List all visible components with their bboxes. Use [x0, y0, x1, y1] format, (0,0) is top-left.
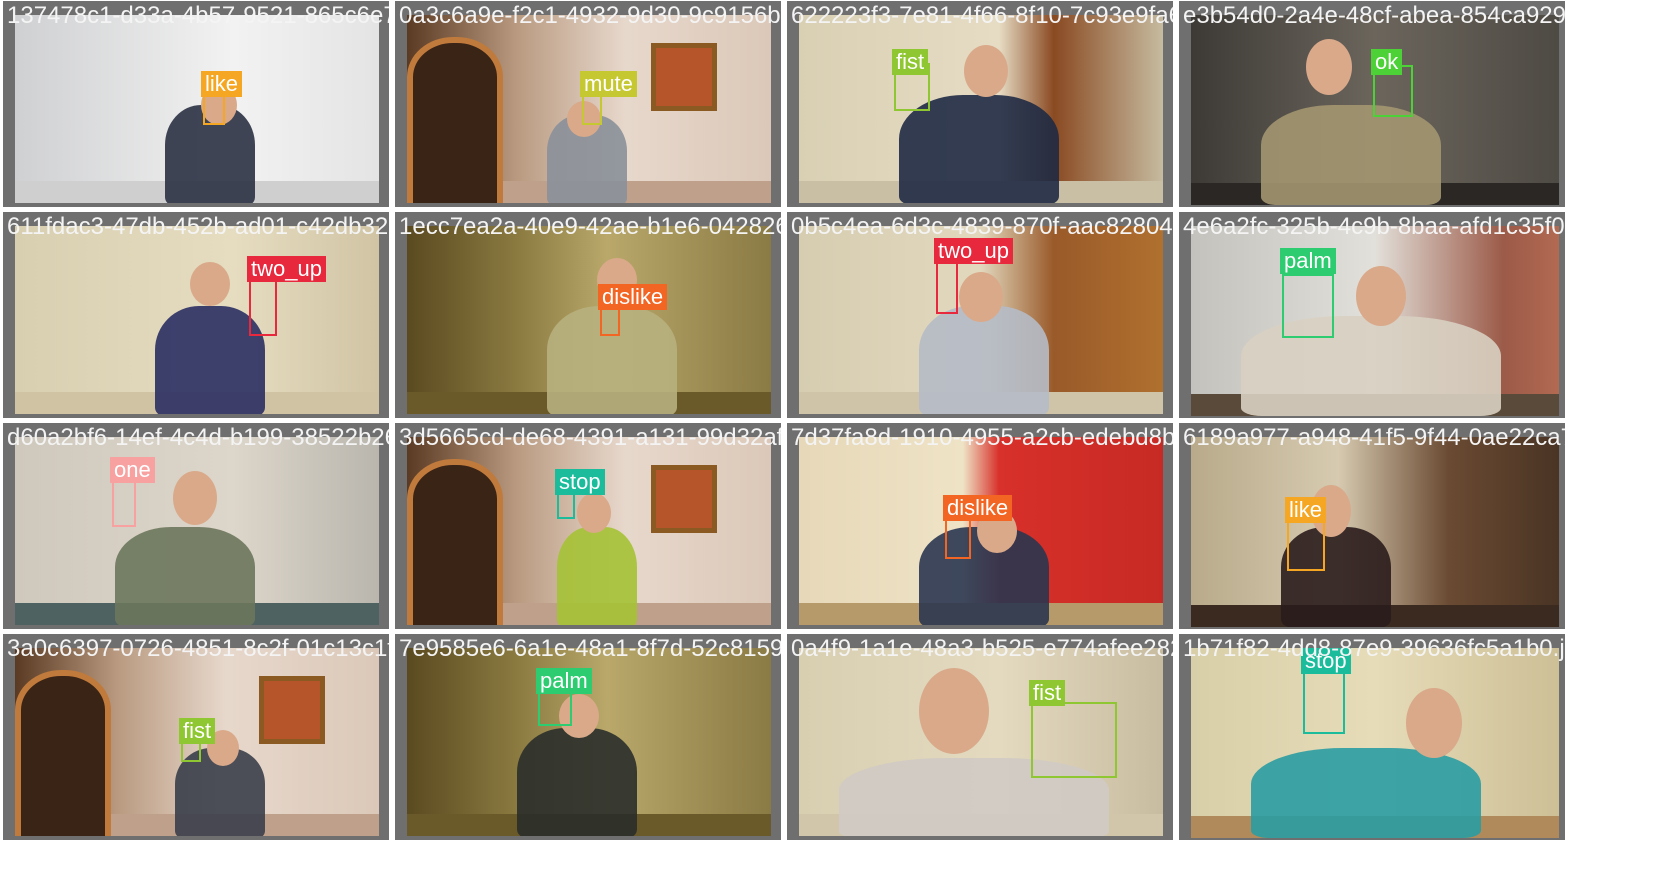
- grid-cell: ok e3b54d0-2a4e-48cf-abea-854ca9297a28.jp…: [1179, 1, 1565, 207]
- person-torso: [899, 95, 1059, 203]
- photo: [15, 437, 379, 625]
- gesture-label: ok: [1371, 49, 1403, 75]
- image-filename: 1ecc7ea2a-40e9-42ae-b1e6-042826091357.jp…: [399, 213, 781, 240]
- framed-picture: [651, 465, 717, 533]
- gesture-bounding-box: [1287, 521, 1325, 571]
- grid-cell: dislike 7d37fa8d-1910-4955-a2cb-edebd8be6…: [787, 423, 1173, 629]
- gesture-label: palm: [536, 668, 592, 694]
- grid-cell: like 6189a977-a948-41f5-9f44-0ae22ca7b3d1…: [1179, 423, 1565, 629]
- gesture-bounding-box: [600, 306, 620, 336]
- gesture-bounding-box: [112, 477, 136, 527]
- doorway: [15, 670, 111, 836]
- image-filename: 3d5665cd-de68-4391-a131-99d32aff3e37.jpg: [399, 424, 781, 451]
- person-head: [1356, 266, 1406, 326]
- photo: [1191, 437, 1559, 627]
- grid-cell: stop 3d5665cd-de68-4391-a131-99d32aff3e37…: [395, 423, 781, 629]
- person-torso: [115, 527, 255, 625]
- grid-cell: two_up0b5c4ea-6d3c-4839-870f-aac828044e5…: [787, 212, 1173, 418]
- person-head: [919, 668, 989, 754]
- gesture-bounding-box: [1031, 702, 1117, 778]
- gesture-bounding-box: [203, 95, 225, 125]
- gesture-bounding-box: [1282, 274, 1334, 338]
- grid-cell: fist 3a0c6397-0726-4851-8c2f-01c13c1f4e9b…: [3, 634, 389, 840]
- gesture-label: like: [201, 71, 243, 97]
- photo: [799, 437, 1163, 625]
- person-torso: [1241, 316, 1501, 416]
- image-filename: 1b71f82-4dd8-87e9-39636fc5a1b0.jpg: [1183, 635, 1565, 662]
- image-filename: 0a4f9-1a1e-48a3-b525-e774afee2828.jpg: [791, 635, 1173, 662]
- image-filename: 0a3c6a9e-f2c1-4932-9d30-9c9156bfb02a.jpg: [399, 2, 781, 29]
- gesture-bounding-box: [945, 519, 971, 559]
- person-torso: [1261, 105, 1441, 205]
- photo: [407, 226, 771, 414]
- person-torso: [517, 728, 637, 836]
- gesture-label: two_up: [934, 238, 1013, 264]
- person-head: [959, 272, 1003, 322]
- grid-cell: dislike 1ecc7ea2a-40e9-42ae-b1e6-04282609…: [395, 212, 781, 418]
- gesture-bounding-box: [557, 491, 575, 519]
- person-head: [577, 493, 611, 533]
- photo: [15, 226, 379, 414]
- photo: [1191, 226, 1559, 416]
- grid-cell: fist 622223f3-7e81-4f66-8f10-7c93e9fa6d96…: [787, 1, 1173, 207]
- image-filename: 0b5c4ea-6d3c-4839-870f-aac828044e58.jpg: [791, 213, 1173, 240]
- image-filename: 6189a977-a948-41f5-9f44-0ae22ca7b3d1.jpg: [1183, 424, 1565, 451]
- gesture-label: dislike: [598, 284, 668, 310]
- person-torso: [919, 306, 1049, 414]
- grid-cell: two_up 611fdac3-47db-452b-ad01-c42db32b7e…: [3, 212, 389, 418]
- grid-cell: palm 4e6a2fc-325b-4c9b-8baa-afd1c35f0a7c.…: [1179, 212, 1565, 418]
- grid-cell: like 137478c1-d33a-4b57-9521-865c6e7bde7a…: [3, 1, 389, 207]
- gesture-label: palm: [1280, 248, 1336, 274]
- photo: [1191, 648, 1559, 838]
- photo: [15, 15, 379, 203]
- gesture-label: fist: [179, 718, 216, 744]
- gesture-label: stop: [555, 469, 605, 495]
- person-head: [964, 45, 1008, 97]
- grid-cell: stop 1b71f82-4dd8-87e9-39636fc5a1b0.jpg: [1179, 634, 1565, 840]
- person-torso: [1251, 748, 1481, 838]
- image-filename: 4e6a2fc-325b-4c9b-8baa-afd1c35f0a7c.jpg: [1183, 213, 1565, 240]
- person-torso: [557, 527, 637, 625]
- framed-picture: [259, 676, 325, 744]
- grid-cell: palm 7e9585e6-6a1e-48a1-8f7d-52c8159d8816…: [395, 634, 781, 840]
- person-head: [173, 471, 217, 525]
- gesture-label: dislike: [943, 495, 1013, 521]
- gesture-bounding-box: [538, 690, 572, 726]
- grid-cell: one d60a2bf6-14ef-4c4d-b199-38522b268295.…: [3, 423, 389, 629]
- framed-picture: [651, 43, 717, 111]
- image-filename: 611fdac3-47db-452b-ad01-c42db32b7e77.jpg: [7, 213, 389, 240]
- image-filename: e3b54d0-2a4e-48cf-abea-854ca9297a28.jpg: [1183, 2, 1565, 29]
- image-grid: like 137478c1-d33a-4b57-9521-865c6e7bde7a…: [0, 0, 1664, 896]
- gesture-label: one: [110, 457, 155, 483]
- photo: [799, 15, 1163, 203]
- image-filename: 7e9585e6-6a1e-48a1-8f7d-52c8159d8816.jpg: [399, 635, 781, 662]
- gesture-bounding-box: [249, 280, 277, 336]
- image-filename: 3a0c6397-0726-4851-8c2f-01c13c1f4e9b.jpg: [7, 635, 389, 662]
- doorway: [407, 37, 503, 203]
- image-filename: 137478c1-d33a-4b57-9521-865c6e7bde7a.jpg: [7, 2, 389, 29]
- image-filename: 7d37fa8d-1910-4955-a2cb-edebd8be6389.jpg: [791, 424, 1173, 451]
- person-head: [190, 262, 230, 306]
- person-head: [1406, 688, 1462, 758]
- gesture-label: fist: [892, 49, 929, 75]
- image-filename: d60a2bf6-14ef-4c4d-b199-38522b268295.jpg: [7, 424, 389, 451]
- gesture-label: fist: [1029, 680, 1066, 706]
- grid-cell: fist 0a4f9-1a1e-48a3-b525-e774afee2828.jp…: [787, 634, 1173, 840]
- gesture-label: like: [1285, 497, 1327, 523]
- gesture-bounding-box: [582, 95, 602, 125]
- image-filename: 622223f3-7e81-4f66-8f10-7c93e9fa6d96.jpg: [791, 2, 1173, 29]
- gesture-label: mute: [580, 71, 637, 97]
- gesture-label: two_up: [247, 256, 326, 282]
- photo: [407, 437, 771, 625]
- grid-cell: mute 0a3c6a9e-f2c1-4932-9d30-9c9156bfb02a…: [395, 1, 781, 207]
- doorway: [407, 459, 503, 625]
- person-head: [1306, 39, 1352, 95]
